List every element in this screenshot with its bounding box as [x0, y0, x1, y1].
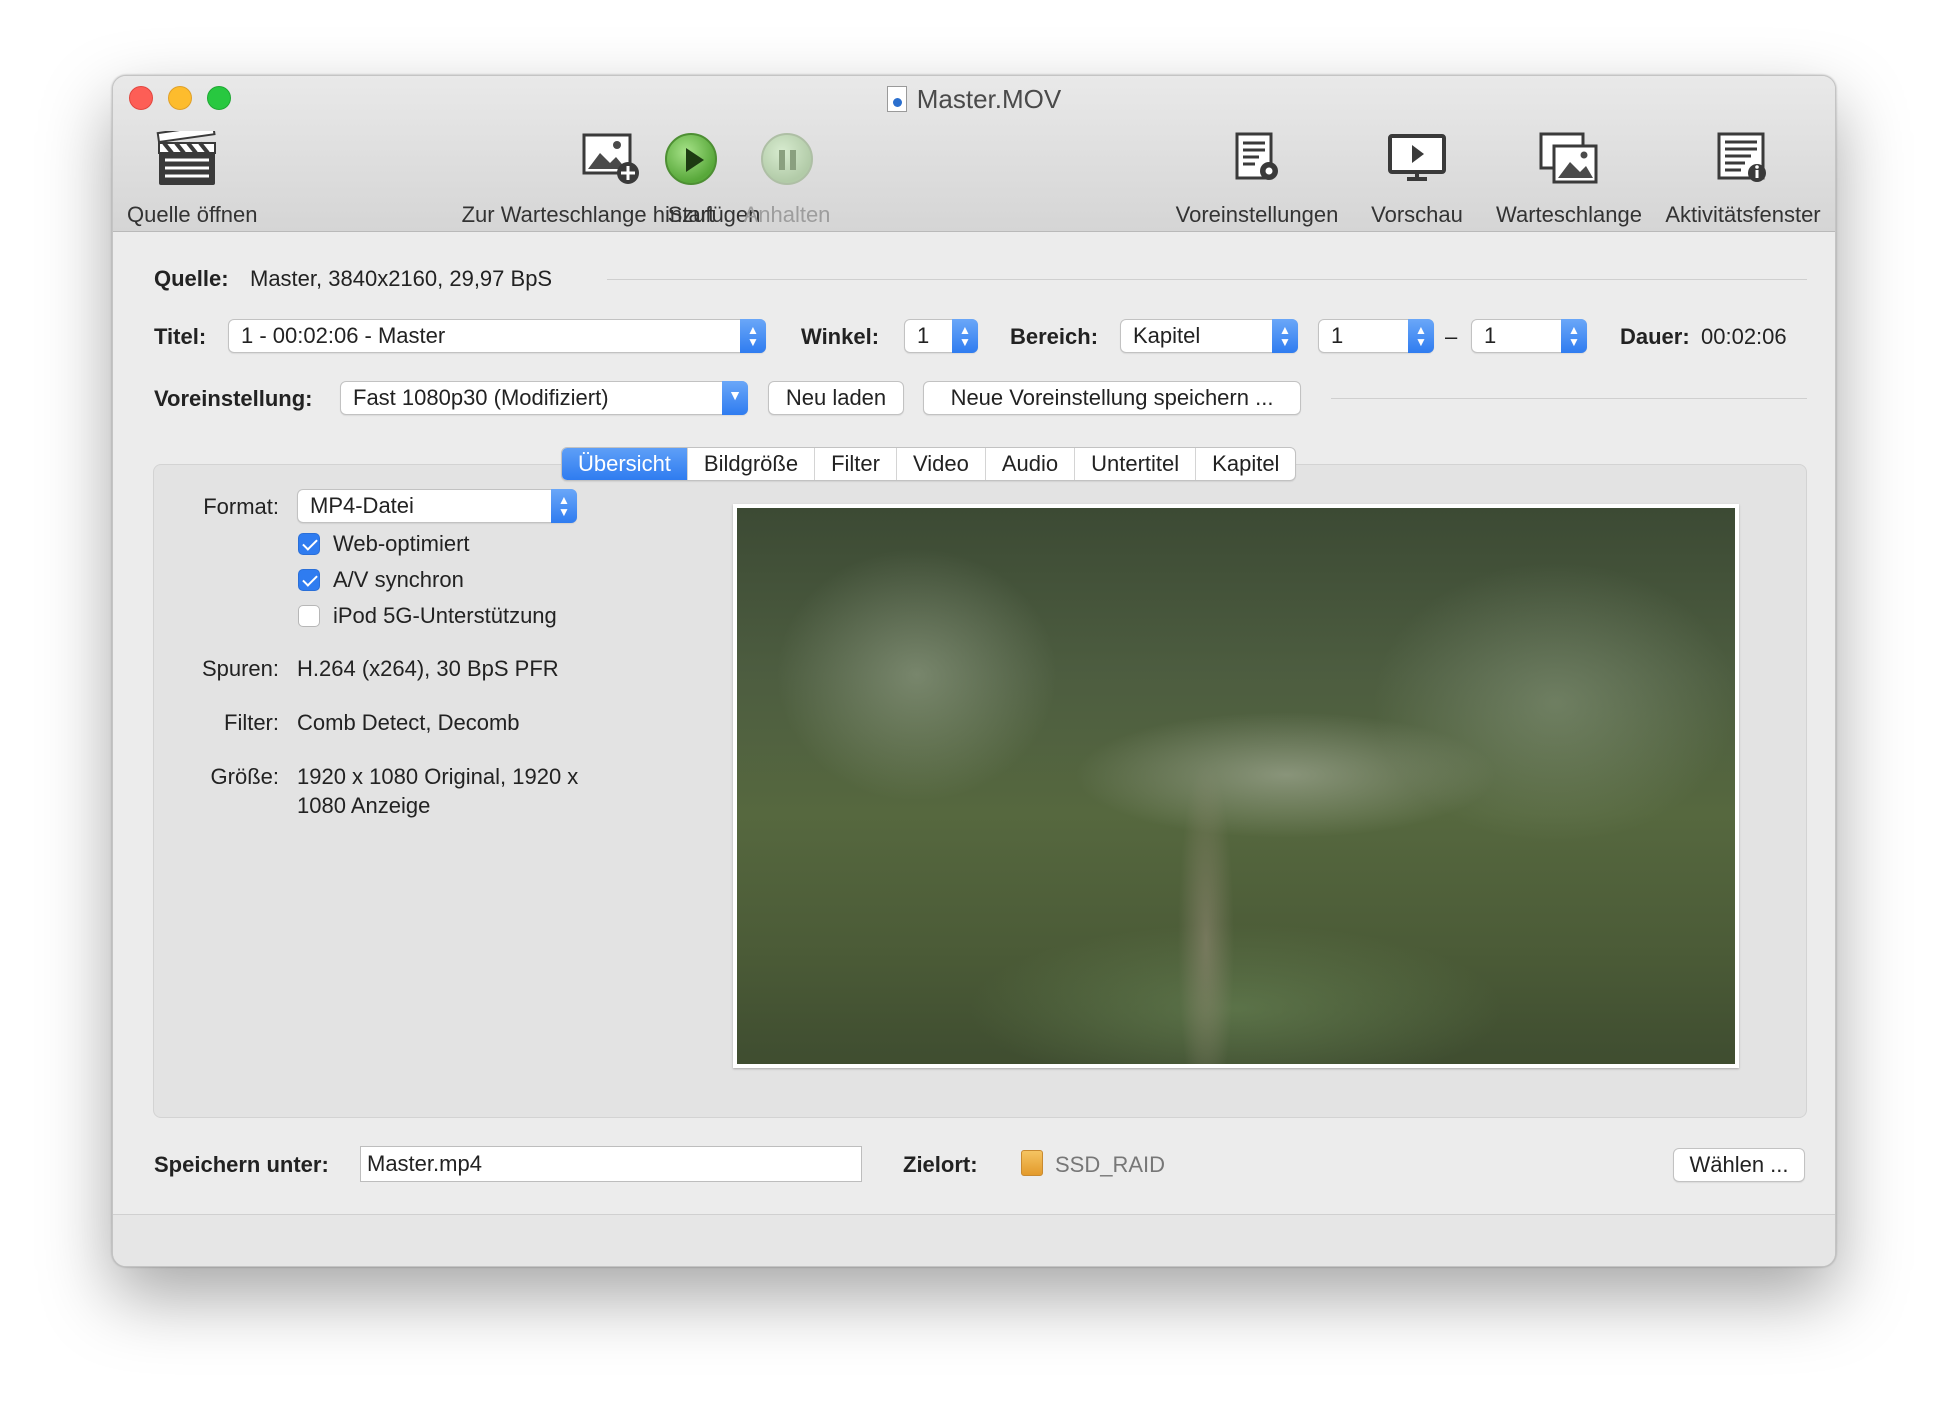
tab-filters[interactable]: Filter — [815, 448, 897, 480]
play-icon — [665, 133, 717, 185]
destination-value: SSD_RAID — [1055, 1152, 1166, 1177]
updown-arrows-icon: ▲ ▼ — [551, 489, 577, 523]
size-label: Größe: — [210, 764, 279, 789]
angle-label: Winkel: — [801, 324, 880, 349]
tab-bar: Übersicht Bildgröße Filter Video Audio U… — [561, 447, 1297, 481]
queue-button[interactable]: Warteschlange — [1487, 128, 1651, 228]
forest-path-thumbnail — [737, 508, 1735, 1064]
source-label: Quelle: — [154, 266, 229, 291]
photo-stack-icon — [1539, 132, 1598, 184]
range-label: Bereich: — [1010, 324, 1099, 349]
updown-arrows-icon: ▲ ▼ — [952, 319, 978, 353]
tab-subtitles[interactable]: Untertitel — [1075, 448, 1197, 480]
preset-divider — [1331, 398, 1807, 399]
status-bar — [113, 1214, 1835, 1266]
angle-select[interactable]: 1 ▲ ▼ — [904, 319, 978, 353]
drive-icon — [1021, 1150, 1043, 1176]
app-window: Master.MOV Quelle öffnen Zur Warteschlan… — [112, 75, 1836, 1267]
pause-icon — [761, 133, 813, 185]
updown-arrows-icon: ▲ ▼ — [1408, 319, 1434, 353]
ipod-support-label: iPod 5G-Unterstützung — [333, 603, 557, 628]
toolbar: Master.MOV Quelle öffnen Zur Warteschlan… — [113, 76, 1835, 232]
range-dash: – — [1445, 324, 1458, 349]
reload-preset-button[interactable]: Neu laden — [768, 381, 904, 415]
tracks-value: H.264 (x264), 30 BpS PFR — [297, 656, 559, 681]
av-sync-label: A/V synchron — [333, 567, 464, 592]
web-optimized-checkbox[interactable] — [298, 533, 320, 555]
monitor-play-icon — [1388, 134, 1446, 181]
av-sync-checkbox[interactable] — [298, 569, 320, 591]
activity-window-button[interactable]: Aktivitätsfenster — [1655, 128, 1831, 228]
source-divider — [607, 279, 1807, 280]
filter-value: Comb Detect, Decomb — [297, 710, 520, 735]
tracks-label: Spuren: — [201, 656, 279, 681]
range-start-select[interactable]: 1 ▲ ▼ — [1318, 319, 1434, 353]
ipod-support-checkbox[interactable] — [298, 605, 320, 627]
updown-arrows-icon: ▲ ▼ — [1272, 319, 1298, 353]
presets-button[interactable]: Voreinstellungen — [1167, 128, 1347, 228]
window-title: Master.MOV — [113, 84, 1835, 115]
open-source-button[interactable]: Quelle öffnen — [127, 128, 257, 228]
format-select[interactable]: MP4-Datei ▲ ▼ — [297, 489, 577, 523]
updown-arrows-icon: ▲ ▼ — [1561, 319, 1587, 353]
source-value: Master, 3840x2160, 29,97 BpS — [250, 266, 553, 291]
duration-label: Dauer: — [1620, 324, 1690, 349]
preset-select[interactable]: Fast 1080p30 (Modifiziert) ▼ — [340, 381, 748, 415]
range-end-select[interactable]: 1 ▲ ▼ — [1471, 319, 1587, 353]
pause-button[interactable]: Anhalten — [717, 128, 857, 228]
size-value-line2: 1080 Anzeige — [297, 793, 431, 818]
tab-video[interactable]: Video — [897, 448, 986, 480]
filter-label: Filter: — [224, 710, 279, 735]
web-optimized-label: Web-optimiert — [333, 531, 470, 556]
title-select[interactable]: 1 - 00:02:06 - Master ▲ ▼ — [228, 319, 766, 353]
chevron-down-icon: ▼ — [722, 381, 748, 415]
filename-input[interactable]: Master.mp4 — [360, 1146, 862, 1182]
save-new-preset-button[interactable]: Neue Voreinstellung speichern ... — [923, 381, 1301, 415]
presets-gear-icon — [1235, 132, 1278, 180]
tab-overview[interactable]: Übersicht — [562, 448, 688, 480]
size-value-line1: 1920 x 1080 Original, 1920 x — [297, 764, 579, 789]
duration-value: 00:02:06 — [1701, 324, 1787, 349]
format-label: Format: — [203, 494, 279, 519]
tab-audio[interactable]: Audio — [986, 448, 1076, 480]
preset-label: Voreinstellung: — [154, 386, 313, 411]
tab-chapters[interactable]: Kapitel — [1196, 448, 1295, 480]
tab-dimensions[interactable]: Bildgröße — [688, 448, 816, 480]
activity-log-icon — [1717, 132, 1766, 182]
save-as-label: Speichern unter: — [154, 1152, 329, 1177]
updown-arrows-icon: ▲ ▼ — [740, 319, 766, 353]
clapperboard-icon — [156, 131, 216, 185]
preview-button[interactable]: Vorschau — [1357, 128, 1477, 228]
destination-label: Zielort: — [903, 1152, 978, 1177]
choose-destination-button[interactable]: Wählen ... — [1673, 1148, 1805, 1182]
preview-image — [733, 504, 1739, 1068]
movie-document-icon — [886, 86, 907, 112]
range-type-select[interactable]: Kapitel ▲ ▼ — [1120, 319, 1298, 353]
title-label: Titel: — [154, 324, 207, 349]
